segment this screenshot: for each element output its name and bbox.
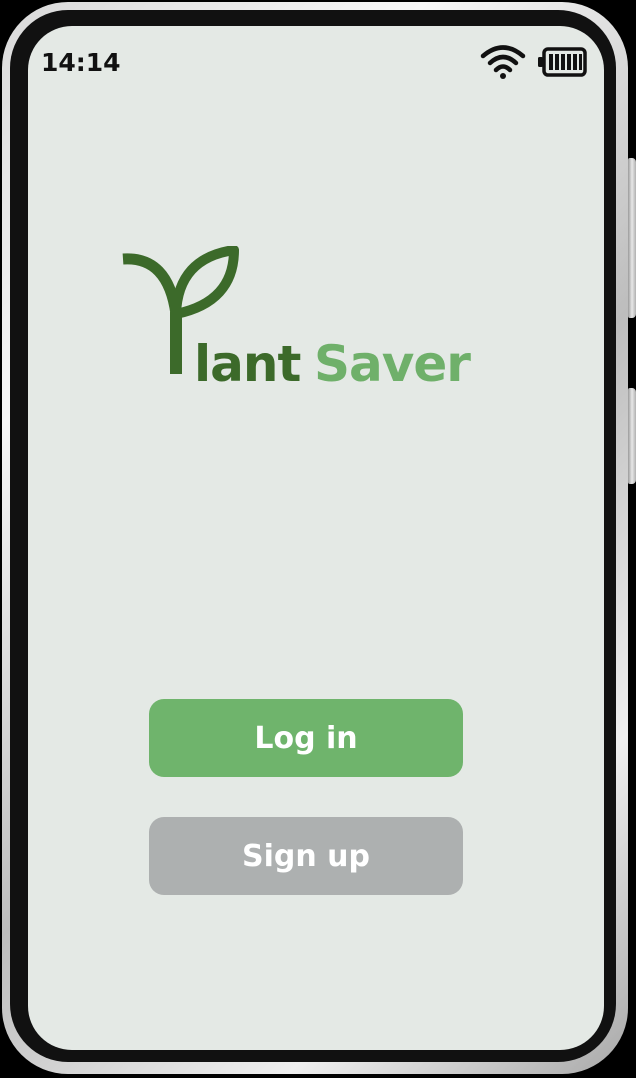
login-button[interactable]: Log in [149, 699, 463, 777]
phone-device: 14:14 lant Saver Log in Sign up [0, 0, 636, 1078]
volume-button [628, 158, 636, 318]
signup-button[interactable]: Sign up [149, 817, 463, 895]
wifi-icon [480, 45, 526, 79]
app-logo: lant Saver [120, 246, 500, 406]
app-screen: 14:14 lant Saver Log in Sign up [28, 26, 604, 1050]
status-time: 14:14 [41, 48, 121, 77]
battery-icon [538, 47, 587, 77]
logo-word-saver: Saver [314, 335, 471, 393]
power-button [628, 388, 636, 484]
logo-word-plant: lant [194, 335, 301, 393]
